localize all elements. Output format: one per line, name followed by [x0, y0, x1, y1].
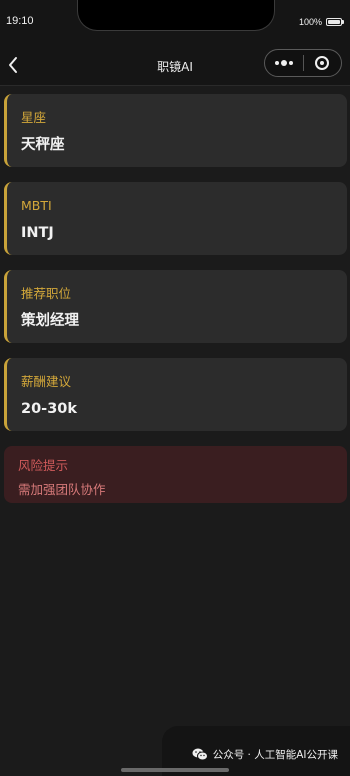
card-label: 薪酬建议 — [21, 374, 72, 389]
card-value: 天秤座 — [21, 137, 65, 153]
result-content: 星座 天秤座 MBTI INTJ 推荐职位 策划经理 薪酬建议 20-30k 风… — [4, 94, 347, 503]
card-value: 策划经理 — [21, 313, 79, 329]
battery-tip — [342, 20, 344, 24]
risk-value: 需加强团队协作 — [18, 482, 106, 497]
card-label: 星座 — [21, 110, 47, 125]
close-circle-icon — [315, 56, 330, 70]
status-bar: 19:10 100% — [0, 0, 350, 44]
risk-warning-card: 风险提示 需加强团队协作 — [4, 446, 347, 503]
card-label: MBTI — [21, 198, 52, 213]
more-button[interactable] — [265, 50, 303, 76]
wechat-icon — [192, 748, 208, 761]
status-time: 19:10 — [6, 15, 34, 27]
card-mbti: MBTI INTJ — [4, 182, 347, 255]
more-dots-icon — [274, 60, 293, 66]
phone-screen: 19:10 100% 职镜AI 星座 天秤座 MBTI INTJ 推荐职位 策划… — [0, 0, 350, 776]
navigation-bar: 职镜AI — [0, 44, 350, 86]
home-indicator — [121, 768, 229, 772]
battery-icon — [326, 18, 342, 26]
card-value: INTJ — [21, 225, 54, 241]
card-salary-suggestion: 薪酬建议 20-30k — [4, 358, 347, 431]
close-button[interactable] — [303, 50, 341, 76]
card-value: 20-30k — [21, 401, 78, 417]
card-label: 推荐职位 — [21, 286, 72, 301]
watermark-text: 公众号 · 人工智能AI公开课 — [212, 749, 338, 761]
camera-notch — [77, 0, 275, 31]
card-recommended-position: 推荐职位 策划经理 — [4, 270, 347, 343]
mini-program-capsule — [264, 49, 342, 77]
card-constellation: 星座 天秤座 — [4, 94, 347, 167]
battery-percentage: 100% — [298, 17, 322, 27]
risk-label: 风险提示 — [18, 458, 69, 473]
